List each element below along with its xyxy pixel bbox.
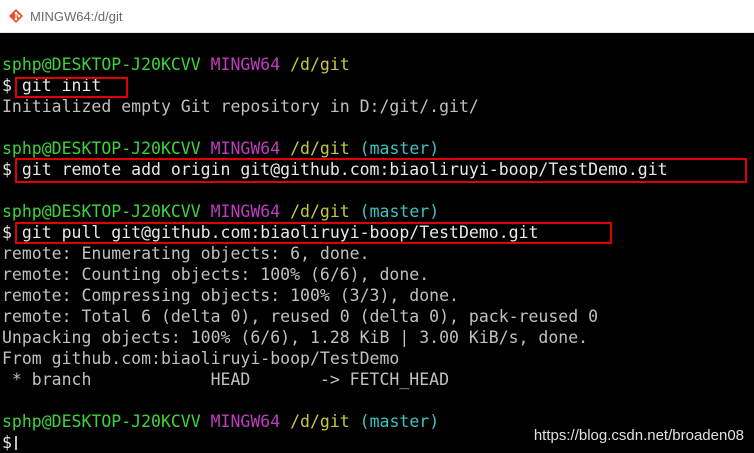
prompt-dir: /d/git [290, 202, 350, 221]
command-line: $ git remote add origin git@github.com:b… [2, 159, 754, 180]
prompt-dollar: $ [2, 160, 12, 179]
prompt-user: sphp@DESKTOP-J20KCVV [2, 412, 201, 431]
prompt-dollar: $ [2, 223, 12, 242]
window-titlebar[interactable]: MINGW64:/d/git [0, 0, 754, 33]
watermark: https://blog.csdn.net/broaden08 [533, 427, 744, 444]
output-line: From github.com:biaoliruyi-boop/TestDemo [2, 349, 400, 368]
prompt-dollar: $ [2, 76, 12, 95]
prompt-env: MINGW64 [210, 412, 281, 431]
prompt-branch: (master) [359, 139, 440, 158]
prompt-user: sphp@DESKTOP-J20KCVV [2, 139, 201, 158]
prompt-user: sphp@DESKTOP-J20KCVV [2, 55, 201, 74]
prompt-dollar: $ [2, 433, 12, 452]
prompt-branch: (master) [359, 412, 440, 431]
prompt-dir: /d/git [290, 412, 350, 431]
git-bash-icon [8, 8, 24, 24]
prompt-env: MINGW64 [210, 139, 281, 158]
command-git-remote: git remote add origin git@github.com:bia… [21, 160, 668, 179]
output-line: Unpacking objects: 100% (6/6), 1.28 KiB … [2, 328, 589, 347]
output-line: remote: Compressing objects: 100% (3/3),… [2, 286, 459, 305]
prompt-env: MINGW64 [210, 55, 281, 74]
terminal-output[interactable]: sphp@DESKTOP-J20KCVV MINGW64 /d/git $ gi… [0, 33, 754, 452]
prompt-line: sphp@DESKTOP-J20KCVV MINGW64 /d/git (mas… [2, 138, 754, 159]
prompt-dir: /d/git [290, 139, 350, 158]
output-line: remote: Total 6 (delta 0), reused 0 (del… [2, 307, 599, 326]
output-line: remote: Enumerating objects: 6, done. [2, 244, 370, 263]
window-title: MINGW64:/d/git [30, 8, 123, 24]
output-line: * branch HEAD -> FETCH_HEAD [2, 370, 450, 389]
prompt-user: sphp@DESKTOP-J20KCVV [2, 202, 201, 221]
prompt-env: MINGW64 [210, 202, 281, 221]
command-git-pull: git pull git@github.com:biaoliruyi-boop/… [21, 223, 539, 242]
prompt-branch: (master) [359, 202, 440, 221]
prompt-dir: /d/git [290, 55, 350, 74]
prompt-line: sphp@DESKTOP-J20KCVV MINGW64 /d/git (mas… [2, 201, 754, 222]
output-line: remote: Counting objects: 100% (6/6), do… [2, 265, 430, 284]
command-line: $ git init [2, 75, 754, 96]
output-line: Initialized empty Git repository in D:/g… [2, 97, 479, 116]
command-line: $ git pull git@github.com:biaoliruyi-boo… [2, 222, 754, 243]
prompt-line: sphp@DESKTOP-J20KCVV MINGW64 /d/git [2, 54, 754, 75]
text-cursor [14, 436, 17, 450]
command-git-init: git init [21, 76, 102, 95]
